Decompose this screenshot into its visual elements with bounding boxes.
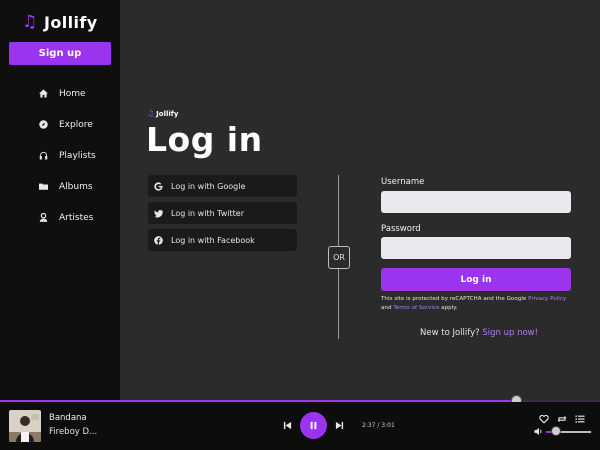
privacy-policy-link[interactable]: Privacy Policy (528, 296, 566, 302)
signup-prompt: New to Jollify? Sign up now! (420, 328, 538, 338)
facebook-icon (153, 235, 163, 245)
album-cover[interactable] (9, 410, 41, 442)
username-field[interactable] (381, 191, 571, 213)
repeat-button[interactable] (556, 413, 568, 425)
sidebar-brand[interactable]: ♫ Jollify (0, 0, 120, 44)
volume-button[interactable] (533, 426, 544, 437)
repeat-icon (557, 415, 567, 423)
volume-icon (534, 427, 542, 436)
signup-button[interactable]: Sign up (9, 42, 111, 65)
login-brand-name: Jollify (156, 109, 179, 118)
sidebar-item-albums[interactable]: Albums (0, 171, 120, 202)
sidebar-item-playlists[interactable]: Playlists (0, 140, 120, 171)
twitter-login-label: Log in with Twitter (171, 208, 244, 218)
sidebar-item-label: Artistes (59, 212, 94, 223)
google-login-button[interactable]: Log in with Google (148, 175, 297, 197)
signup-now-link[interactable]: Sign up now! (482, 328, 538, 338)
google-login-label: Log in with Google (171, 181, 246, 191)
skip-previous-icon (283, 421, 292, 430)
sidebar-item-artistes[interactable]: Artistes (0, 202, 120, 233)
google-icon (153, 181, 163, 191)
heart-icon (539, 414, 549, 424)
login-brand: ♫ Jollify (147, 109, 178, 118)
twitter-icon (153, 208, 163, 218)
password-label: Password (381, 224, 421, 234)
login-button[interactable]: Log in (381, 268, 571, 291)
facebook-login-label: Log in with Facebook (171, 235, 255, 245)
or-separator: OR (328, 246, 350, 269)
password-field[interactable] (381, 237, 571, 259)
signup-prompt-text: New to Jollify? (420, 328, 483, 338)
folder-icon (38, 181, 49, 192)
volume-slider-handle[interactable] (551, 426, 561, 436)
queue-list-icon (575, 415, 585, 423)
sidebar-item-label: Albums (59, 181, 93, 192)
home-icon (38, 88, 49, 99)
sidebar-nav: Home Explore Playlists Albums Artistes (0, 78, 120, 233)
username-label: Username (381, 177, 425, 187)
player-bar: Bandana Fireboy D... 2:37 / 3:01 (0, 402, 600, 450)
terms-of-service-link[interactable]: Terms of Service (393, 305, 439, 311)
headphones-icon (38, 150, 49, 161)
music-note-icon: ♫ (147, 109, 155, 118)
user-icon (38, 212, 49, 223)
pause-button[interactable] (300, 412, 327, 439)
recaptcha-text-suffix: apply. (439, 305, 458, 311)
skip-next-icon (335, 421, 344, 430)
sidebar-item-label: Explore (59, 119, 93, 130)
divider-line-top (338, 175, 339, 246)
page-title: Log in (146, 120, 263, 159)
compass-icon (38, 119, 49, 130)
next-button[interactable] (334, 420, 345, 431)
track-title: Bandana (49, 413, 87, 423)
sidebar: ♫ Jollify Sign up Home Explore Playlists (0, 0, 120, 401)
recaptcha-text-prefix: This site is protected by reCAPTCHA and … (381, 296, 529, 302)
app-name: Jollify (44, 12, 98, 32)
previous-button[interactable] (282, 420, 293, 431)
sidebar-item-explore[interactable]: Explore (0, 109, 120, 140)
twitter-login-button[interactable]: Log in with Twitter (148, 202, 297, 224)
track-artist: Fireboy D... (49, 427, 98, 437)
playback-time: 2:37 / 3:01 (362, 422, 395, 429)
sidebar-item-home[interactable]: Home (0, 78, 120, 109)
like-button[interactable] (538, 413, 550, 425)
recaptcha-text-and: and (381, 305, 394, 311)
facebook-login-button[interactable]: Log in with Facebook (148, 229, 297, 251)
divider-line-bottom (338, 269, 339, 339)
sidebar-item-label: Playlists (59, 150, 96, 161)
pause-icon (310, 421, 317, 430)
recaptcha-notice: This site is protected by reCAPTCHA and … (381, 295, 571, 313)
sidebar-item-label: Home (59, 88, 86, 99)
music-note-logo-icon: ♫ (22, 12, 38, 32)
queue-button[interactable] (574, 413, 586, 425)
login-panel: ♫ Jollify Log in Log in with Google Log … (120, 0, 600, 401)
